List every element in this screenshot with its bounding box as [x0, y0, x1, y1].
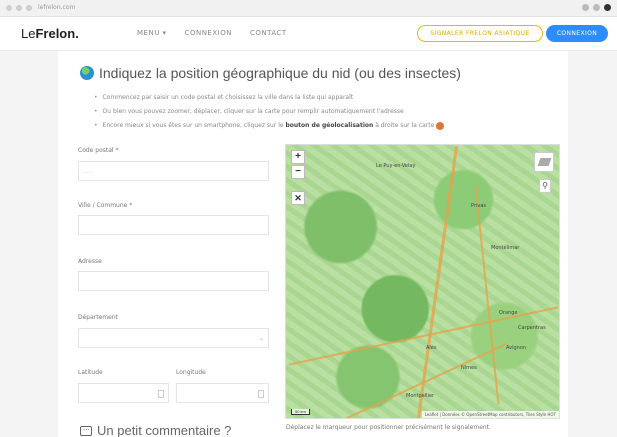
stepper-icon[interactable]	[158, 390, 164, 398]
instructions-list: Commencez par saisir un code postal et c…	[94, 91, 445, 133]
nav-connexion[interactable]: CONNEXION	[185, 29, 232, 37]
postal-code-label: Code postal *	[78, 147, 119, 154]
longitude-label: Longitude	[176, 369, 206, 376]
browser-toolbar	[582, 4, 611, 11]
latitude-input[interactable]	[78, 383, 169, 403]
map-attribution[interactable]: Leaflet | Données © OpenStreetMap contri…	[421, 411, 559, 418]
zoom-out-button[interactable]: −	[291, 165, 305, 179]
profile-icon[interactable]	[604, 4, 611, 11]
stepper-icon[interactable]	[258, 390, 264, 398]
map-city-label: Carpentras	[518, 325, 546, 331]
comment-icon	[80, 423, 92, 436]
map-city-label: Avignon	[506, 345, 527, 351]
window-controls[interactable]	[6, 5, 32, 11]
geolocate-button[interactable]: ⚲	[539, 179, 551, 193]
site-logo[interactable]: LeFrelon.	[21, 26, 79, 41]
extension-icon[interactable]	[582, 4, 589, 11]
instruction-item: Ou bien vous pouvez zoomer, déplacer, cl…	[94, 105, 444, 119]
report-hornet-button[interactable]: SIGNALER FRELON ASIATIQUE	[417, 25, 543, 42]
map-road	[288, 306, 559, 366]
instruction-item: Commencez par saisir un code postal et c…	[94, 91, 444, 105]
address-label: Adresse	[78, 258, 102, 265]
geolocation-icon	[436, 121, 445, 130]
map-city-label: Montélimar	[491, 245, 520, 251]
fullscreen-button[interactable]: ✕	[291, 191, 305, 205]
address-input[interactable]	[78, 271, 269, 291]
location-map[interactable]: Le Puy-en-Velay Privas Montélimar Alès A…	[285, 144, 560, 419]
menu-icon[interactable]	[593, 4, 600, 11]
map-city-label: Alès	[426, 345, 437, 351]
main-content: Indiquez la position géographique du nid…	[58, 51, 568, 437]
map-city-label: Orange	[499, 310, 518, 316]
department-select[interactable]: ⌄	[78, 328, 269, 348]
comment-section-title: Un petit commentaire ?	[80, 423, 231, 437]
main-nav: MENU ▾ CONNEXION CONTACT	[137, 29, 287, 37]
close-dot[interactable]	[6, 5, 12, 11]
postal-code-input[interactable]: .....	[78, 161, 269, 181]
minimize-dot[interactable]	[16, 5, 22, 11]
map-scale: 50 km	[291, 409, 310, 415]
latitude-label: Latitude	[78, 369, 103, 376]
map-city-label: Nîmes	[461, 365, 477, 371]
city-label: Ville / Commune *	[78, 202, 133, 209]
login-button[interactable]: CONNEXION	[546, 25, 608, 42]
address-bar[interactable]: lefrelon.com	[38, 4, 75, 11]
map-road	[474, 185, 500, 405]
department-label: Département	[78, 314, 118, 321]
browser-chrome: lefrelon.com	[0, 0, 617, 17]
map-city-label: Montpellier	[406, 393, 435, 399]
map-road	[416, 146, 459, 418]
map-city-label: Le Puy-en-Velay	[376, 163, 416, 169]
map-caption: Déplacez le marqueur pour positionner pr…	[286, 424, 491, 431]
nav-contact[interactable]: CONTACT	[250, 29, 287, 37]
layers-icon[interactable]	[534, 152, 554, 172]
longitude-input[interactable]	[176, 383, 269, 403]
site-header: LeFrelon. MENU ▾ CONNEXION CONTACT SIGNA…	[0, 17, 617, 51]
chevron-down-icon: ⌄	[258, 335, 264, 342]
instruction-item: Encore mieux si vous êtes sur un smartph…	[94, 119, 445, 133]
maximize-dot[interactable]	[26, 5, 32, 11]
zoom-in-button[interactable]: +	[291, 150, 305, 164]
map-city-label: Privas	[471, 203, 486, 209]
city-input[interactable]	[78, 215, 269, 235]
nav-menu[interactable]: MENU ▾	[137, 29, 167, 37]
globe-icon	[80, 66, 94, 80]
map-road	[324, 342, 508, 418]
location-section-title: Indiquez la position géographique du nid…	[80, 65, 461, 81]
